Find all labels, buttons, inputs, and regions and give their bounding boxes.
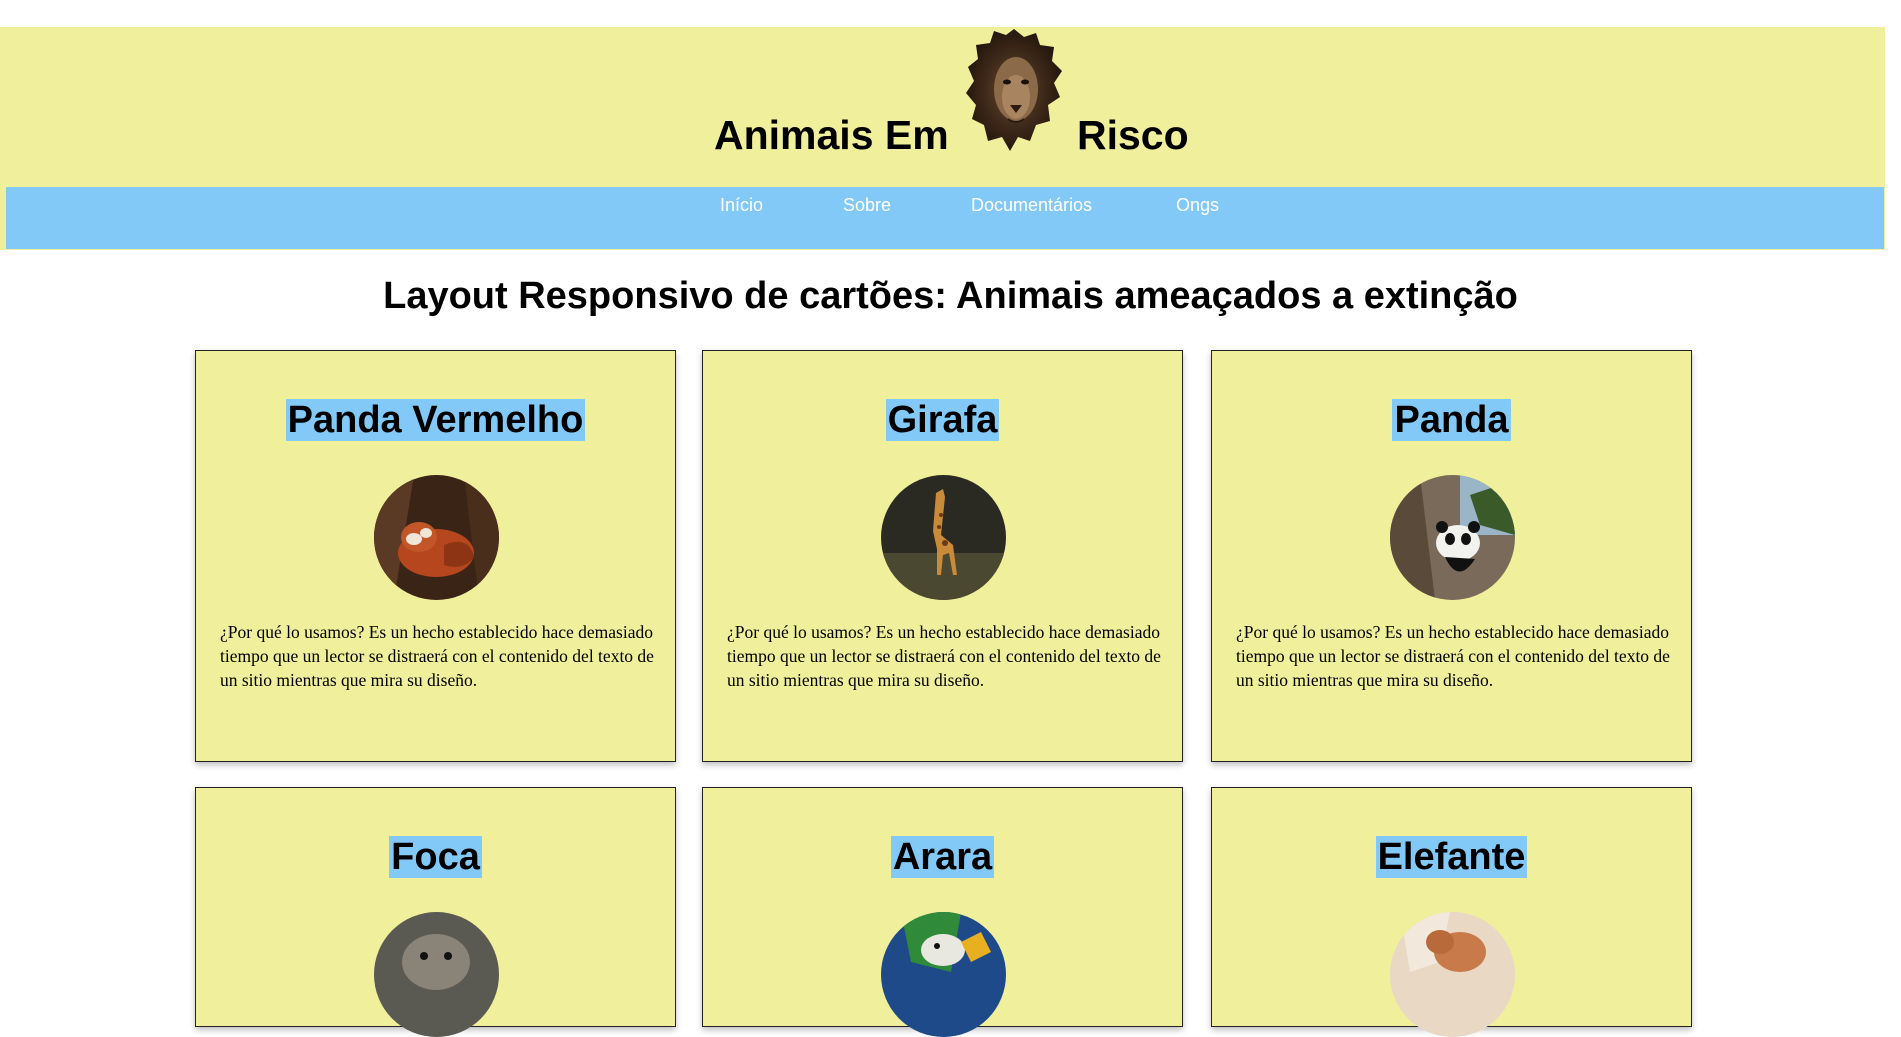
site-title-left: Animais Em bbox=[714, 112, 949, 158]
card-description: ¿Por qué lo usamos? Es un hecho establec… bbox=[727, 622, 1161, 690]
page-heading: Layout Responsivo de cartões: Animais am… bbox=[383, 275, 1518, 317]
nav-item-documentarios[interactable]: Documentários bbox=[971, 195, 1092, 216]
card-description: ¿Por qué lo usamos? Es un hecho establec… bbox=[1236, 622, 1670, 690]
card-title: Foca bbox=[389, 836, 482, 878]
page-scrollbar[interactable] bbox=[1885, 0, 1901, 960]
animal-card-arara: Arara bbox=[702, 787, 1183, 1037]
animal-card-elefante: Elefante bbox=[1211, 787, 1692, 1037]
card-title: Arara bbox=[890, 836, 995, 878]
animal-card-panda-vermelho: Panda Vermelho ¿Por qué lo usamos? Es un… bbox=[195, 350, 676, 762]
card-title: Elefante bbox=[1375, 836, 1528, 878]
seal-photo bbox=[374, 912, 499, 1037]
main-nav: Início Sobre Documentários Ongs bbox=[6, 187, 1884, 249]
animal-card-girafa: Girafa ¿Por qué lo usamos? Es un hecho e… bbox=[702, 350, 1183, 762]
card-title: Panda bbox=[1392, 399, 1511, 441]
card-description: ¿Por qué lo usamos? Es un hecho establec… bbox=[220, 622, 654, 690]
card-title: Panda Vermelho bbox=[285, 399, 586, 441]
card-title: Girafa bbox=[885, 399, 1000, 441]
title-row: Animais Em Risco bbox=[0, 27, 1885, 187]
panda-photo bbox=[1390, 475, 1515, 600]
elephant-photo bbox=[1390, 912, 1515, 1037]
animal-card-foca: Foca bbox=[195, 787, 676, 1037]
macaw-photo bbox=[881, 912, 1006, 1037]
giraffe-photo bbox=[881, 475, 1006, 600]
site-header: Animais Em Risco Início Sobre Documentár… bbox=[0, 27, 1885, 250]
nav-item-sobre[interactable]: Sobre bbox=[843, 195, 891, 216]
lion-head-icon bbox=[966, 29, 1062, 151]
animal-card-panda: Panda ¿Por qué lo usamos? Es un hecho es… bbox=[1211, 350, 1692, 762]
red-panda-photo bbox=[374, 475, 499, 600]
nav-item-inicio[interactable]: Início bbox=[720, 195, 763, 216]
nav-item-ongs[interactable]: Ongs bbox=[1176, 195, 1219, 216]
site-title-right: Risco bbox=[1077, 112, 1189, 158]
